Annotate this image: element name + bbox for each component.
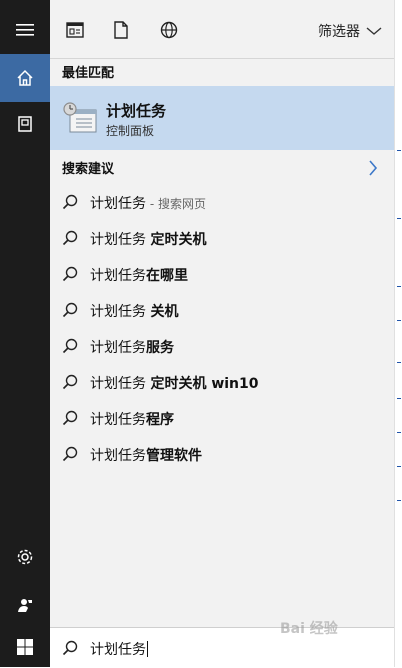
suggestion-item[interactable]: 计划任务 定时关机 win10 [50, 364, 394, 400]
document-icon [114, 21, 128, 39]
task-scheduler-icon [63, 102, 97, 133]
suggestion-item[interactable]: 计划任务在哪里 [50, 256, 394, 292]
home-button[interactable] [0, 54, 50, 102]
suggestion-item[interactable]: 计划任务服务 [50, 328, 394, 364]
home-icon [17, 69, 33, 86]
best-match-title: 计划任务 [106, 102, 167, 120]
search-icon [62, 640, 78, 656]
search-results-panel: 筛选器 最佳匹配 计划任务 控制面板 搜索建议 计划任务 - 搜索网页 计划任务… [50, 0, 394, 627]
suggestion-text: 计划任务 [90, 448, 146, 464]
suggestion-item[interactable]: 计划任务 - 搜索网页 [50, 184, 394, 220]
start-rail [0, 0, 50, 667]
suggestion-bold: 在哪里 [146, 268, 188, 284]
suggestion-item[interactable]: 计划任务程序 [50, 400, 394, 436]
search-icon [62, 410, 78, 426]
document-store-icon [18, 116, 32, 132]
suggestion-item[interactable]: 计划任务 关机 [50, 292, 394, 328]
globe-icon [160, 21, 178, 39]
user-feedback-icon [18, 599, 32, 612]
suggestion-bold: 程序 [146, 412, 174, 428]
filter-label: 筛选器 [318, 24, 360, 40]
best-match-item[interactable]: 计划任务 控制面板 [50, 86, 394, 150]
suggestion-text: 计划任务 [90, 232, 151, 248]
documents-filter-button[interactable] [110, 19, 132, 41]
suggestion-text: 计划任务 [90, 376, 151, 392]
suggestion-text: 计划任务 [90, 412, 146, 428]
best-match-subtitle: 控制面板 [106, 124, 155, 138]
filter-dropdown[interactable]: 筛选器 [318, 21, 382, 41]
suggestion-bold: 定时关机 [150, 232, 207, 248]
apps-window-icon [66, 22, 84, 38]
filter-bar: 筛选器 [50, 0, 394, 59]
chevron-right-icon[interactable] [368, 160, 378, 176]
search-query-text: 计划任务 [90, 642, 146, 658]
suggestion-text: 计划任务 [90, 304, 151, 320]
suggestion-hint: - 搜索网页 [146, 197, 206, 211]
documents-button[interactable] [0, 100, 50, 148]
search-icon [62, 374, 78, 390]
suggestion-item[interactable]: 计划任务 定时关机 [50, 220, 394, 256]
windows-start-icon [17, 639, 33, 655]
background-page-edge [394, 0, 402, 667]
start-button[interactable] [0, 627, 50, 667]
suggestion-bold: 定时关机 win10 [150, 376, 259, 392]
hamburger-menu-button[interactable] [0, 6, 50, 54]
search-icon [62, 338, 78, 354]
search-icon [62, 266, 78, 282]
search-input[interactable]: 计划任务 [90, 639, 148, 659]
settings-button[interactable] [0, 533, 50, 581]
suggestion-text: 计划任务 [90, 268, 146, 284]
chevron-down-icon [366, 27, 382, 35]
suggestion-bold: 关机 [150, 304, 179, 320]
search-icon [62, 446, 78, 462]
settings-gear-icon [17, 549, 33, 565]
suggestion-text: 计划任务 [90, 196, 146, 212]
suggestion-text: 计划任务 [90, 340, 146, 356]
search-icon [62, 302, 78, 318]
feedback-button[interactable] [0, 581, 50, 629]
search-suggestions-header: 搜索建议 [62, 162, 115, 177]
apps-filter-button[interactable] [64, 19, 86, 41]
search-icon [62, 194, 78, 210]
watermark: Bai 经验 [280, 621, 338, 637]
search-icon [62, 230, 78, 246]
suggestion-item[interactable]: 计划任务管理软件 [50, 436, 394, 472]
menu-icon [16, 24, 34, 36]
text-caret [147, 641, 148, 657]
search-box[interactable]: 计划任务 [50, 627, 394, 668]
web-filter-button[interactable] [158, 19, 180, 41]
suggestion-bold: 服务 [146, 340, 174, 356]
best-match-header: 最佳匹配 [62, 66, 115, 81]
suggestion-bold: 管理软件 [146, 448, 202, 464]
